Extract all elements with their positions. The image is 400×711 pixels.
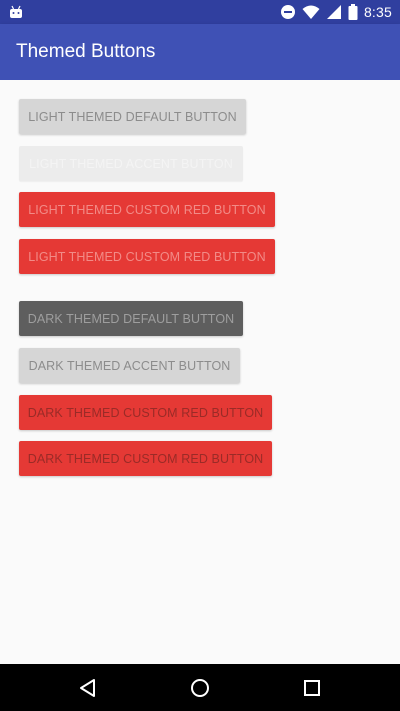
back-icon[interactable] [77, 677, 99, 699]
dark-themed-custom-red-button-1[interactable]: DARK THEMED CUSTOM RED BUTTON [19, 395, 272, 430]
status-bar: 8:35 [0, 0, 400, 24]
wifi-icon [302, 5, 320, 19]
recents-icon[interactable] [301, 677, 323, 699]
android-icon [10, 5, 22, 18]
dark-themed-accent-button[interactable]: DARK THEMED ACCENT BUTTON [19, 348, 240, 383]
light-themed-default-button[interactable]: LIGHT THEMED DEFAULT BUTTON [19, 99, 246, 134]
app-bar: Themed Buttons [0, 24, 400, 80]
status-time: 8:35 [363, 4, 392, 20]
signal-icon [326, 5, 341, 19]
light-themed-accent-button[interactable]: LIGHT THEMED ACCENT BUTTON [19, 146, 243, 181]
light-themed-custom-red-button-2[interactable]: LIGHT THEMED CUSTOM RED BUTTON [19, 239, 275, 274]
page-title: Themed Buttons [16, 41, 156, 62]
dark-themed-custom-red-button-2[interactable]: DARK THEMED CUSTOM RED BUTTON [19, 441, 272, 476]
button-list: LIGHT THEMED DEFAULT BUTTON LIGHT THEMED… [0, 80, 400, 664]
light-themed-custom-red-button-1[interactable]: LIGHT THEMED CUSTOM RED BUTTON [19, 192, 275, 227]
dark-themed-default-button[interactable]: DARK THEMED DEFAULT BUTTON [19, 301, 243, 336]
battery-icon [348, 4, 358, 20]
do-not-disturb-icon [280, 5, 295, 19]
home-icon[interactable] [189, 677, 211, 699]
navigation-bar [0, 664, 400, 711]
